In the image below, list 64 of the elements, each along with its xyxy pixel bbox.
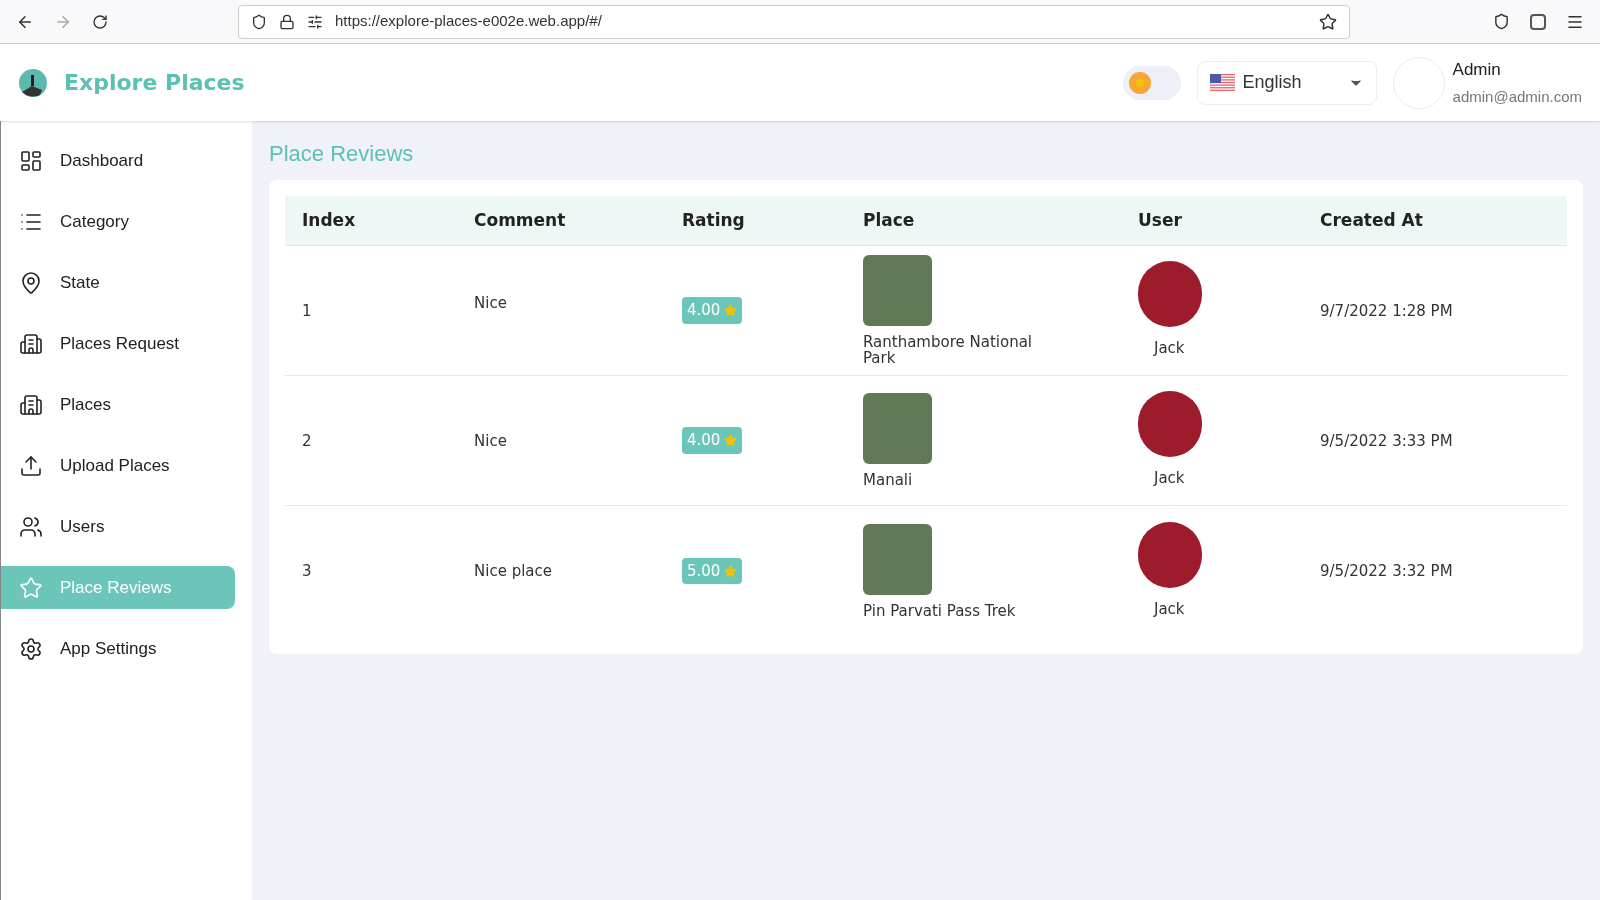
upload-icon [19, 453, 43, 478]
sidebar-item[interactable]: Users [1, 505, 235, 548]
user-name-cell-text: Jack [1154, 598, 1185, 620]
column-header: Created At [1320, 209, 1423, 230]
place-name: Pin Parvati Pass Trek [863, 602, 1017, 619]
rating-badge: 5.00 [682, 557, 743, 585]
sidebar-item[interactable]: Places [1, 383, 235, 426]
star-icon [724, 564, 738, 578]
table-cell: 3 [302, 562, 312, 580]
permissions-icon[interactable] [307, 13, 323, 30]
language-label: English [1242, 71, 1302, 94]
building-icon [19, 392, 43, 417]
sidebar-item[interactable]: Places Request [1, 322, 235, 365]
map-pin-icon [19, 270, 43, 295]
sidebar-item[interactable]: Upload Places [1, 444, 235, 487]
address-bar[interactable]: https://explore-places-e002e.web.app/#/ [238, 4, 1350, 39]
rating-badge: 4.00 [682, 297, 743, 324]
us-flag-icon [1209, 74, 1235, 91]
language-select[interactable]: English [1196, 60, 1377, 105]
building-icon [19, 331, 43, 356]
shield-icon [251, 13, 267, 30]
dashboard-icon [19, 148, 43, 173]
column-header: Place [863, 209, 915, 230]
table-cell: 2 [302, 431, 312, 450]
place-photo-placeholder [863, 523, 932, 595]
table-cell: Nice [474, 293, 507, 312]
sun-icon [1128, 71, 1151, 94]
user-name-cell-text: Jack [1154, 338, 1185, 360]
theme-toggle[interactable] [1122, 65, 1181, 100]
column-header: Comment [474, 209, 566, 230]
table-cell: 9/7/2022 1:28 PM [1320, 301, 1453, 320]
star-icon [724, 304, 738, 317]
table-cell: Nice [474, 431, 507, 450]
place-name: Manali [863, 472, 914, 488]
sidebar-item[interactable]: State [1, 261, 235, 304]
extension-icon[interactable] [1530, 13, 1546, 30]
place-name: Ranthambore National Park [863, 334, 1034, 366]
column-header: User [1138, 209, 1182, 230]
url-text: https://explore-places-e002e.web.app/#/ [335, 11, 603, 32]
logo-icon [18, 67, 48, 98]
place-photo-placeholder [863, 255, 932, 326]
user-email: admin@admin.com [1452, 87, 1582, 107]
sidebar-item[interactable]: Category [1, 200, 235, 243]
sidebar-item[interactable]: Dashboard [1, 139, 235, 182]
reload-icon[interactable] [92, 13, 108, 30]
lock-icon [279, 13, 295, 30]
column-header: Index [302, 209, 356, 230]
star-icon [724, 434, 738, 447]
place-photo-placeholder [863, 393, 932, 464]
settings-icon [19, 636, 43, 661]
user-name-cell-text: Jack [1154, 468, 1185, 490]
table-cell: Nice place [474, 562, 552, 580]
sidebar-item[interactable]: App Settings [1, 627, 235, 670]
table-cell: 1 [302, 301, 312, 320]
users-icon [19, 514, 43, 539]
table-cell: 9/5/2022 3:33 PM [1320, 431, 1453, 450]
column-header: Rating [682, 209, 745, 230]
rating-badge: 4.00 [682, 427, 743, 454]
page-title: Place Reviews [269, 140, 415, 168]
app-title: Explore Places [64, 69, 245, 97]
star-icon [19, 575, 43, 600]
user-name: Admin [1452, 58, 1502, 81]
bookmark-star-icon[interactable] [1319, 12, 1337, 31]
table-cell: 9/5/2022 3:32 PM [1320, 562, 1453, 580]
